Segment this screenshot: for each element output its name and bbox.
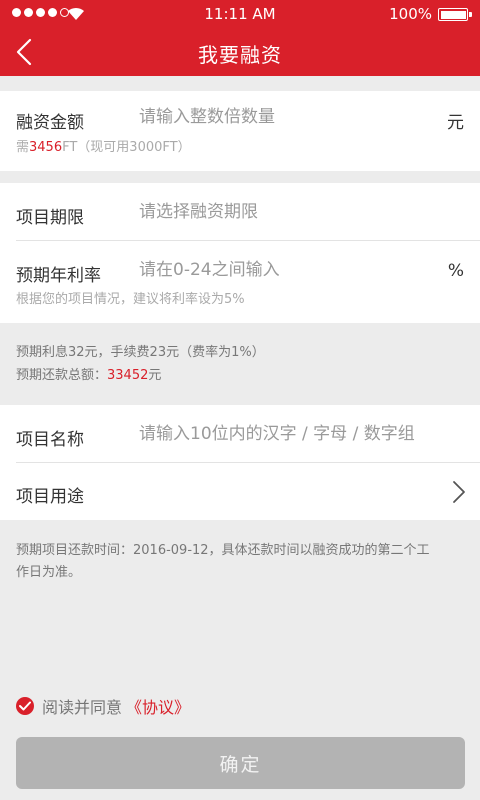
repayment-notice-line2: 作日为准。	[16, 565, 82, 580]
term-rate-section: 项目期限 预期年利率 % 根据您的项目情况，建议将利率设为5%	[0, 183, 480, 323]
total-unit: 元	[148, 368, 162, 383]
confirm-button[interactable]: 确定	[16, 737, 465, 789]
amount-hint-suffix: FT（现可用3000FT）	[62, 140, 191, 155]
repayment-notice-line1: 预期项目还款时间：2016-09-12，具体还款时间以融资成功的第二个工	[16, 543, 430, 558]
agreement-link[interactable]: 《协议》	[126, 694, 190, 718]
project-name-row: 项目名称	[0, 405, 480, 462]
amount-hint-value: 3456	[29, 140, 63, 155]
project-name-label: 项目名称	[16, 430, 84, 450]
battery-icon	[438, 8, 472, 21]
amount-hint-prefix: 需	[16, 140, 30, 155]
amount-label: 融资金额	[16, 113, 84, 133]
rate-row: 预期年利率 % 根据您的项目情况，建议将利率设为5%	[0, 241, 480, 323]
term-select[interactable]	[139, 202, 439, 222]
rate-unit: %	[447, 261, 464, 281]
status-bar: 11:11 AM 100%	[0, 0, 480, 28]
agreement-text: 阅读并同意	[42, 698, 123, 717]
rate-input[interactable]	[139, 260, 439, 280]
total-summary: 预期还款总额：33452元	[16, 365, 161, 387]
battery-percent: 100%	[389, 5, 432, 23]
amount-section: 融资金额 元 需3456FT（现可用3000FT）	[0, 91, 480, 171]
rate-label: 预期年利率	[16, 266, 101, 286]
agreement-row: 阅读并同意 《协议》	[16, 694, 190, 718]
rate-hint: 根据您的项目情况，建议将利率设为5%	[16, 292, 245, 307]
term-label: 项目期限	[16, 208, 84, 228]
term-row[interactable]: 项目期限	[0, 183, 480, 240]
project-use-label: 项目用途	[16, 487, 84, 507]
amount-unit: 元	[447, 113, 464, 133]
project-use-row[interactable]: 项目用途	[0, 463, 480, 520]
amount-hint: 需3456FT（现可用3000FT）	[16, 136, 191, 155]
repayment-notice: 预期项目还款时间：2016-09-12，具体还款时间以融资成功的第二个工 作日为…	[16, 540, 466, 584]
total-label: 预期还款总额：	[16, 368, 108, 383]
checkbox-checked-icon[interactable]	[16, 697, 34, 715]
nav-bar: 我要融资	[0, 28, 480, 76]
total-amount: 33452	[107, 368, 149, 383]
project-section: 项目名称 项目用途	[0, 405, 480, 520]
project-name-input[interactable]	[139, 424, 469, 444]
page-title: 我要融资	[198, 43, 282, 67]
amount-input[interactable]	[139, 107, 439, 127]
chevron-right-icon	[453, 481, 465, 503]
interest-summary: 预期利息32元，手续费23元（费率为1%）	[16, 345, 265, 360]
